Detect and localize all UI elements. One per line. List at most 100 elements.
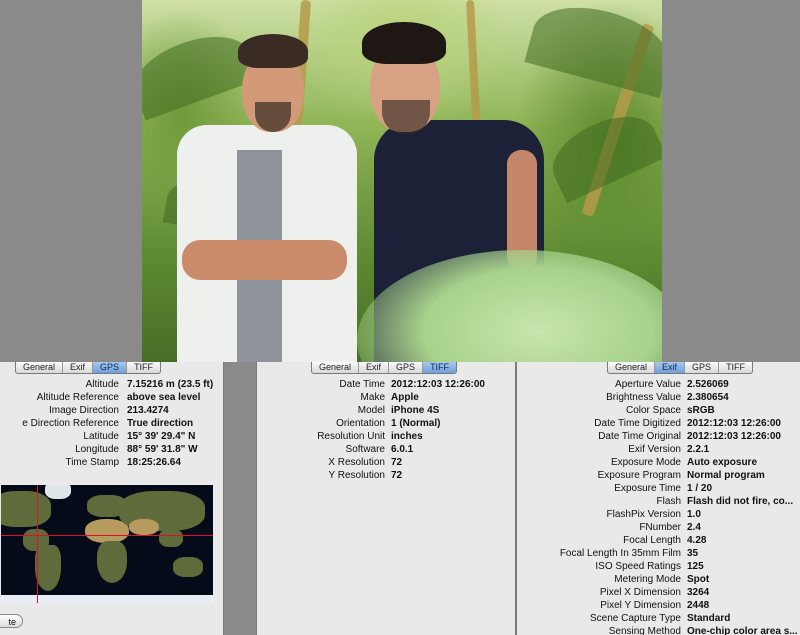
property-row: Latitude 15° 39' 29.4" N xyxy=(0,430,223,443)
property-label: Exposure Mode xyxy=(610,457,681,468)
property-label: Scene Capture Type xyxy=(590,613,681,624)
property-value: inches xyxy=(391,431,423,442)
property-label: FlashPix Version xyxy=(606,509,681,520)
property-row: Resolution Unit inches xyxy=(257,430,515,443)
property-label: Latitude xyxy=(83,431,119,442)
property-label: Color Space xyxy=(625,405,681,416)
property-row: Image Direction 213.4274 xyxy=(0,404,223,417)
property-value: 2.2.1 xyxy=(687,444,710,455)
property-label: Altitude Reference xyxy=(36,392,119,403)
property-label: Date Time xyxy=(339,379,385,390)
property-label: FNumber xyxy=(639,522,681,533)
property-value: Standard xyxy=(687,613,731,624)
property-value: 7.15216 m (23.5 ft) xyxy=(127,379,214,390)
property-label: Resolution Unit xyxy=(317,431,385,442)
property-label: Software xyxy=(345,444,385,455)
property-value: 125 xyxy=(687,561,704,572)
property-value: 2448 xyxy=(687,600,710,611)
property-value: 1.0 xyxy=(687,509,701,520)
tab-general[interactable]: General xyxy=(312,362,360,373)
tab-general[interactable]: General xyxy=(608,362,656,373)
property-label: Model xyxy=(357,405,385,416)
property-value: 1 (Normal) xyxy=(391,418,441,429)
property-label: Aperture Value xyxy=(615,379,681,390)
property-value: 2.526069 xyxy=(687,379,729,390)
property-label: X Resolution xyxy=(328,457,385,468)
property-value: 2.380654 xyxy=(687,392,729,403)
locate-button[interactable]: te xyxy=(0,614,23,628)
property-value: iPhone 4S xyxy=(391,405,440,416)
tab-gps[interactable]: GPS xyxy=(389,362,424,373)
property-label: Altitude xyxy=(85,379,119,390)
property-row: Sensing Method One-chip color area s... xyxy=(517,625,800,635)
property-row: FlashPix Version 1.0 xyxy=(517,508,800,521)
latitude-crosshair xyxy=(1,535,213,536)
property-value: 2.4 xyxy=(687,522,701,533)
property-row: Make Apple xyxy=(257,391,515,404)
property-row: Exposure Mode Auto exposure xyxy=(517,456,800,469)
property-value: Spot xyxy=(687,574,710,585)
property-value: Apple xyxy=(391,392,419,403)
tiff-property-list: Date Time 2012:12:03 12:26:00 Make Apple M… xyxy=(257,378,515,482)
property-value: 4.28 xyxy=(687,535,707,546)
property-row: Orientation 1 (Normal) xyxy=(257,417,515,430)
property-value: 3264 xyxy=(687,587,710,598)
property-label: Flash xyxy=(656,496,681,507)
property-row: Focal Length 4.28 xyxy=(517,534,800,547)
property-row: Pixel X Dimension 3264 xyxy=(517,586,800,599)
property-row: Model iPhone 4S xyxy=(257,404,515,417)
tab-exif[interactable]: Exif xyxy=(359,362,390,373)
property-row: Aperture Value 2.526069 xyxy=(517,378,800,391)
property-row: Pixel Y Dimension 2448 xyxy=(517,599,800,612)
property-value: Auto exposure xyxy=(687,457,758,468)
property-row: Scene Capture Type Standard xyxy=(517,612,800,625)
property-label: Image Direction xyxy=(48,405,119,416)
property-value: 6.0.1 xyxy=(391,444,414,455)
property-value: One-chip color area s... xyxy=(687,626,797,635)
property-value: 2012:12:03 12:26:00 xyxy=(687,418,781,429)
property-row: Metering Mode Spot xyxy=(517,573,800,586)
property-row: Exposure Program Normal program xyxy=(517,469,800,482)
tab-exif[interactable]: Exif xyxy=(63,362,94,373)
property-row: Altitude Reference above sea level xyxy=(0,391,223,404)
property-row: FNumber 2.4 xyxy=(517,521,800,534)
property-value: 35 xyxy=(687,548,699,559)
exif-panel-tabs: General Exif GPS TIFF xyxy=(607,362,754,374)
property-label: Pixel X Dimension xyxy=(599,587,681,598)
property-label: Exif Version xyxy=(628,444,681,455)
property-label: Exposure Time xyxy=(614,483,681,494)
property-row: Color Space sRGB xyxy=(517,404,800,417)
tab-general[interactable]: General xyxy=(16,362,64,373)
gps-property-list: Altitude 7.15216 m (23.5 ft) Altitude Ref… xyxy=(0,378,223,469)
property-row: Brightness Value 2.380654 xyxy=(517,391,800,404)
exif-inspector-panel: General Exif GPS TIFF Aperture Value 2.52… xyxy=(516,362,800,635)
property-row: Date Time Original 2012:12:03 12:26:00 xyxy=(517,430,800,443)
property-row: Exposure Time 1 / 20 xyxy=(517,482,800,495)
tab-tiff[interactable]: TIFF xyxy=(719,362,752,373)
tab-gps[interactable]: GPS xyxy=(685,362,720,373)
tab-tiff[interactable]: TIFF xyxy=(127,362,160,373)
property-row: Software 6.0.1 xyxy=(257,443,515,456)
property-value: 15° 39' 29.4" N xyxy=(127,431,196,442)
property-row: Date Time Digitized 2012:12:03 12:26:00 xyxy=(517,417,800,430)
property-label: ISO Speed Ratings xyxy=(595,561,681,572)
tab-gps[interactable]: GPS xyxy=(93,362,128,373)
tab-exif[interactable]: Exif xyxy=(655,362,686,373)
property-row: Focal Length In 35mm Film 35 xyxy=(517,547,800,560)
property-label: Pixel Y Dimension xyxy=(600,600,681,611)
property-label: Sensing Method xyxy=(608,626,681,635)
tab-tiff[interactable]: TIFF xyxy=(423,362,457,373)
property-label: Time Stamp xyxy=(65,457,119,468)
property-row: X Resolution 72 xyxy=(257,456,515,469)
property-row: Y Resolution 72 xyxy=(257,469,515,482)
world-map[interactable] xyxy=(1,485,213,603)
tiff-panel-tabs: General Exif GPS TIFF xyxy=(311,362,458,374)
property-row: Flash Flash did not fire, co... xyxy=(517,495,800,508)
property-value: sRGB xyxy=(687,405,715,416)
gps-inspector-panel: General Exif GPS TIFF Altitude 7.15216 m … xyxy=(0,362,224,635)
property-label: Y Resolution xyxy=(328,470,385,481)
property-row: Time Stamp 18:25:26.64 xyxy=(0,456,223,469)
property-value: 1 / 20 xyxy=(687,483,713,494)
property-value: 213.4274 xyxy=(127,405,169,416)
property-value: Normal program xyxy=(687,470,765,481)
